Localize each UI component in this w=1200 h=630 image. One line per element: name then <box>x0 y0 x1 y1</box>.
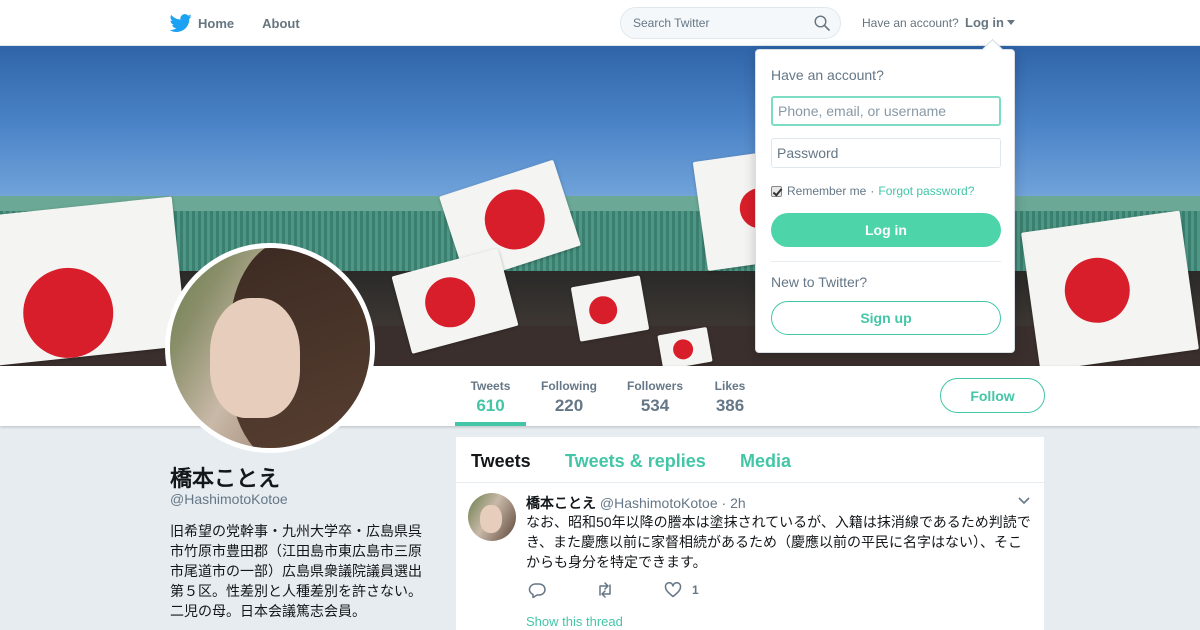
login-button[interactable]: Log in <box>771 213 1001 247</box>
retweet-action[interactable] <box>596 582 614 598</box>
remember-separator: · <box>870 184 875 198</box>
follow-button[interactable]: Follow <box>940 378 1045 413</box>
nav-home-link[interactable]: Home <box>198 16 234 31</box>
flag-image <box>1021 210 1199 366</box>
tweet-header: 橋本ことえ @HashimotoKotoe · 2h <box>526 493 746 513</box>
tab-tweets[interactable]: Tweets <box>471 451 531 472</box>
remember-label[interactable]: Remember me <box>787 184 866 198</box>
top-navigation: Home About Have an account? Log in <box>0 0 1200 46</box>
profile-handle[interactable]: @HashimotoKotoe <box>170 491 288 507</box>
have-account-text: Have an account? <box>862 16 959 30</box>
login-menu-toggle[interactable]: Log in <box>965 15 1015 30</box>
stat-tweets[interactable]: Tweets 610 <box>455 366 526 426</box>
retweet-icon <box>599 582 611 598</box>
timeline: Tweets Tweets & replies Media 橋本ことえ @Has… <box>456 437 1044 630</box>
heart-icon <box>664 582 682 598</box>
search-box[interactable] <box>620 7 841 39</box>
reply-icon <box>528 583 546 598</box>
tweet-time[interactable]: 2h <box>730 495 746 511</box>
new-to-twitter-text: New to Twitter? <box>771 274 868 290</box>
search-icon[interactable] <box>814 15 830 31</box>
timeline-tabs: Tweets Tweets & replies Media <box>456 437 1044 483</box>
caret-down-icon <box>1007 20 1015 25</box>
like-count: 1 <box>692 583 699 597</box>
stat-label: Followers <box>626 379 683 393</box>
login-dropdown: Have an account? Remember me · Forgot pa… <box>755 49 1015 353</box>
profile-name[interactable]: 橋本ことえ <box>170 461 280 493</box>
signup-button[interactable]: Sign up <box>771 301 1001 335</box>
chevron-down-icon[interactable] <box>1018 497 1030 505</box>
avatar-face <box>210 298 300 418</box>
stat-following[interactable]: Following 220 <box>537 366 601 426</box>
flag-image <box>0 196 188 366</box>
stat-label: Likes <box>714 379 746 393</box>
remember-checkbox[interactable] <box>771 185 782 197</box>
nav-left: Home About <box>170 0 300 46</box>
username-field[interactable] <box>771 96 1001 126</box>
tab-tweets-replies[interactable]: Tweets & replies <box>565 451 706 472</box>
stat-label: Tweets <box>470 379 511 393</box>
stat-value: 610 <box>476 396 505 415</box>
stat-likes[interactable]: Likes 386 <box>708 366 752 426</box>
search-input[interactable] <box>633 16 803 30</box>
like-action[interactable]: 1 <box>664 582 699 598</box>
tweet-avatar[interactable] <box>468 493 516 541</box>
stat-value: 386 <box>715 396 745 415</box>
stat-label: Following <box>541 379 597 393</box>
remember-row: Remember me · Forgot password? <box>771 184 974 198</box>
tweet-author-name[interactable]: 橋本ことえ <box>526 495 596 511</box>
tab-media[interactable]: Media <box>740 451 791 472</box>
stat-followers[interactable]: Followers 534 <box>622 366 688 426</box>
tweet-item[interactable]: 橋本ことえ @HashimotoKotoe · 2h なお、昭和50年以降の謄本… <box>456 483 1044 630</box>
profile-bio: 旧希望の党幹事・九州大学卒・広島県呉市竹原市豊田郡（江田島市東広島市三原市尾道市… <box>170 523 422 619</box>
nav-about-link[interactable]: About <box>262 16 300 31</box>
password-field[interactable] <box>771 138 1001 168</box>
stat-value: 534 <box>640 396 670 415</box>
dropdown-title: Have an account? <box>771 67 884 83</box>
tweet-text: なお、昭和50年以降の謄本は塗抹されているが、入籍は抹消線であるため判読でき、ま… <box>526 514 1031 570</box>
reply-action[interactable] <box>528 582 546 598</box>
profile-avatar[interactable] <box>165 243 375 453</box>
forgot-password-link[interactable]: Forgot password? <box>878 184 974 198</box>
tweet-author-handle[interactable]: @HashimotoKotoe <box>600 495 718 511</box>
login-menu-label: Log in <box>965 15 1004 30</box>
tweet-separator: · <box>721 495 727 511</box>
dropdown-divider <box>771 261 1001 262</box>
avatar-image <box>170 248 370 448</box>
tweet-actions: 1 <box>528 582 749 598</box>
banner-roof <box>0 211 1200 271</box>
show-thread-link[interactable]: Show this thread <box>526 614 623 629</box>
stat-value: 220 <box>554 396 584 415</box>
twitter-bird-icon[interactable] <box>170 12 192 34</box>
